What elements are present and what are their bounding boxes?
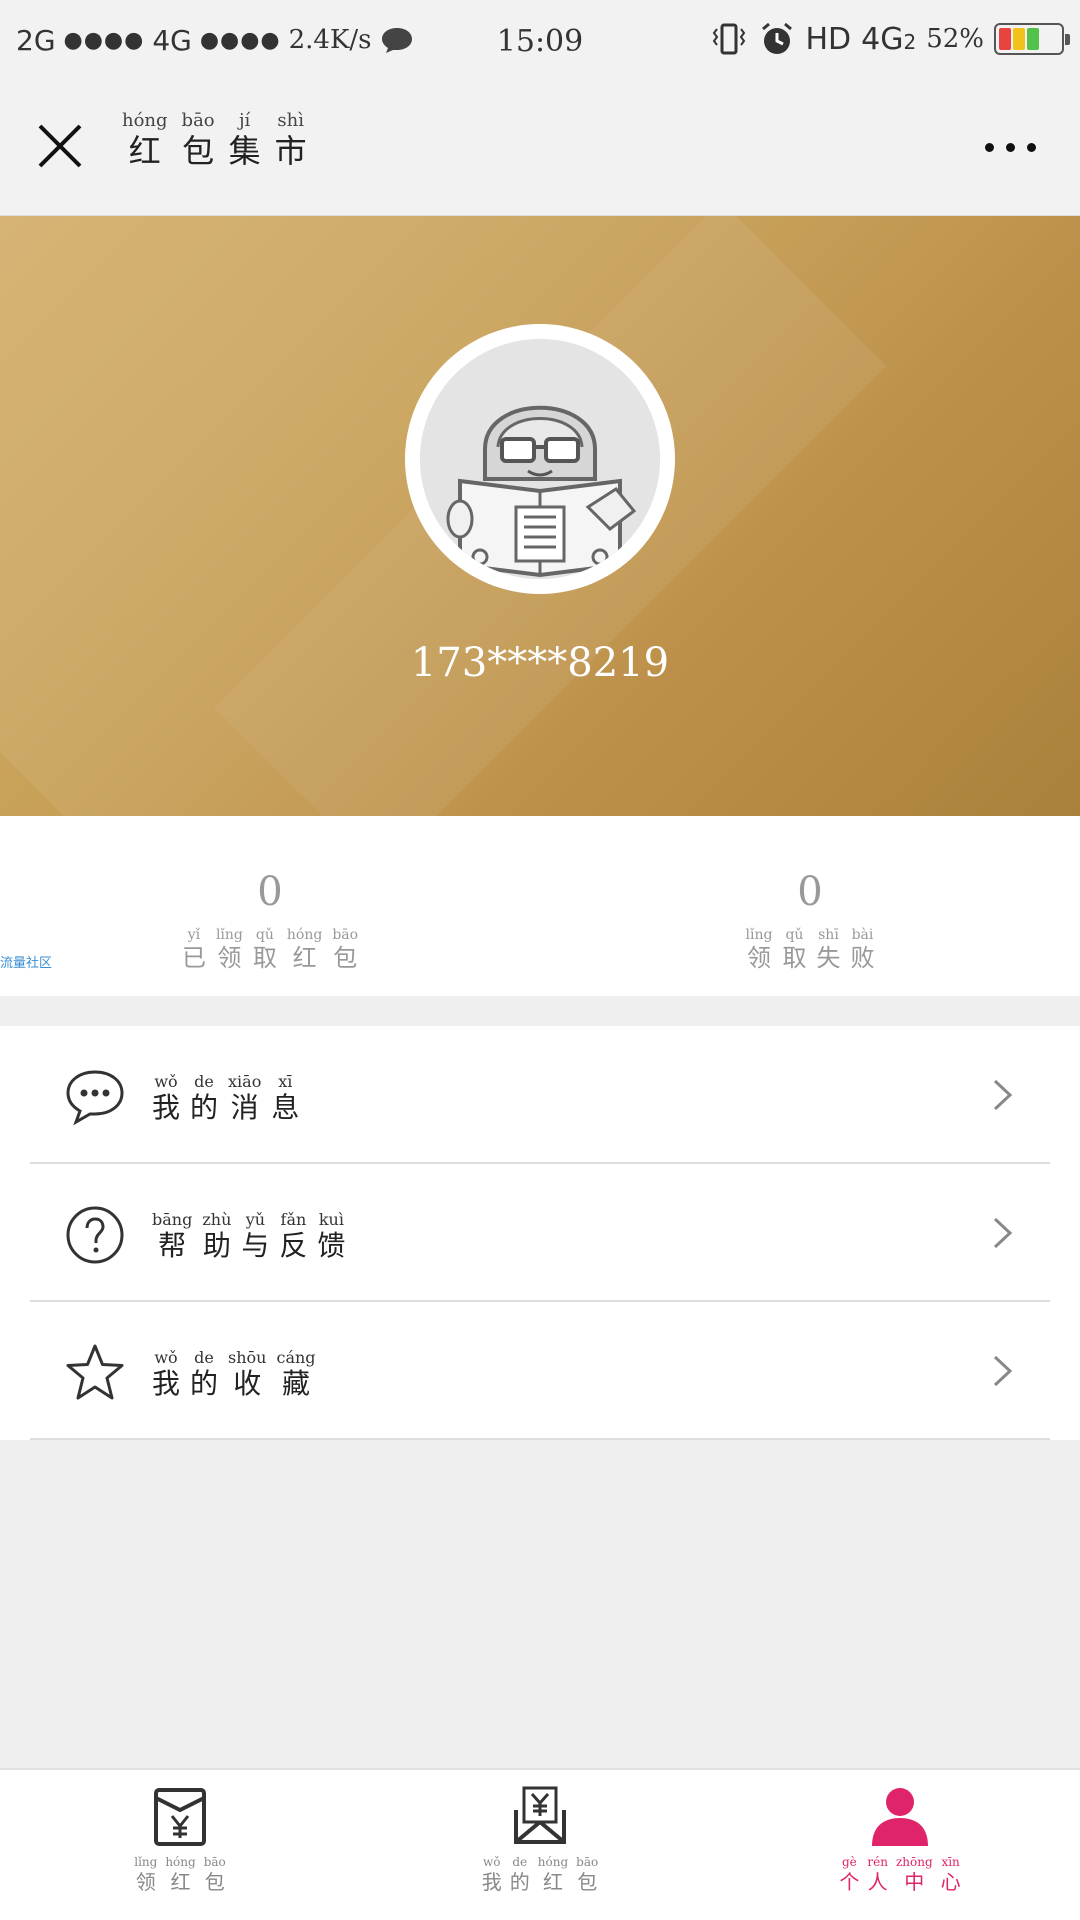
label-char: yǔ 与 bbox=[241, 1210, 270, 1262]
chat-bubble-icon bbox=[66, 1070, 124, 1126]
label-char: xī 息 bbox=[271, 1072, 300, 1124]
profile-header: 173****8219 bbox=[0, 216, 1080, 816]
nav-label: wǒ 我 de 的 hóng 红 bāo 包 bbox=[482, 1854, 598, 1894]
label-char: de 的 bbox=[190, 1072, 219, 1124]
alarm-icon bbox=[762, 22, 793, 54]
person-icon bbox=[872, 1788, 928, 1846]
label-char: lǐng 领 bbox=[215, 927, 243, 972]
help-question-icon bbox=[66, 1206, 124, 1264]
nav-label: lǐng 领 hóng 红 bāo 包 bbox=[134, 1854, 226, 1894]
menu-item-help-feedback[interactable]: bāng 帮 zhù 助 yǔ 与 fǎn 反 kuì 馈 bbox=[0, 1164, 1080, 1302]
more-dot bbox=[984, 142, 994, 152]
tab-get-red-envelope[interactable]: lǐng 领 hóng 红 bāo 包 bbox=[80, 1784, 280, 1894]
label-char: bāo 包 bbox=[576, 1855, 599, 1894]
label-char: bài 败 bbox=[850, 927, 875, 972]
menu-item-favorites[interactable]: wǒ 我 de 的 shōu 收 cáng 藏 bbox=[0, 1302, 1080, 1440]
more-dot bbox=[1005, 142, 1015, 152]
nav-label: gè 个 rén 人 zhōng 中 xīn 心 bbox=[839, 1854, 960, 1894]
label-char: shī 失 bbox=[816, 927, 841, 972]
label-char: wǒ 我 bbox=[481, 1855, 502, 1894]
title-char: jí 集 bbox=[228, 110, 261, 170]
label-char: de 的 bbox=[509, 1855, 530, 1894]
title-char: bāo 包 bbox=[181, 110, 215, 170]
stat-failed-label: lǐng 领 qǔ 取 shī 失 bài 败 bbox=[746, 926, 875, 972]
label-char: fǎn 反 bbox=[279, 1210, 308, 1262]
stat-received-value: 0 bbox=[257, 869, 283, 915]
battery-seg-green bbox=[1027, 28, 1039, 50]
label-char: gè 个 bbox=[839, 1855, 860, 1894]
status-bar: 2G ●●●● 4G ●●●● 2.4K/s 15:09 HD 4G2 52% bbox=[0, 0, 1080, 80]
avatar-image bbox=[420, 339, 660, 579]
menu-item-label: wǒ 我 de 的 xiāo 消 xī 息 bbox=[152, 1072, 299, 1124]
label-char: yǐ 已 bbox=[181, 927, 206, 972]
label-char: hóng 红 bbox=[537, 1855, 569, 1894]
battery-percent: 52% bbox=[926, 24, 984, 54]
battery-icon bbox=[994, 23, 1070, 55]
network-4g-label: 4G bbox=[861, 21, 904, 57]
battery-seg-red bbox=[999, 28, 1011, 50]
label-char: qǔ 取 bbox=[782, 927, 807, 972]
label-char: wǒ 我 bbox=[152, 1348, 181, 1400]
menu-item-label: wǒ 我 de 的 shōu 收 cáng 藏 bbox=[152, 1348, 316, 1400]
label-char: cáng 藏 bbox=[276, 1348, 316, 1400]
label-char: bāng 帮 bbox=[152, 1210, 193, 1262]
label-char: hóng 红 bbox=[165, 1855, 196, 1894]
title-char: shì 市 bbox=[274, 110, 307, 170]
stat-failed-value: 0 bbox=[797, 869, 823, 915]
label-char: wǒ 我 bbox=[152, 1072, 181, 1124]
label-char: lǐng 领 bbox=[134, 1855, 158, 1894]
title-char: hóng 红 bbox=[122, 110, 168, 170]
sim-number: 2 bbox=[903, 29, 917, 54]
label-char: bāo 包 bbox=[332, 927, 359, 972]
tab-my-red-envelopes[interactable]: wǒ 我 de 的 hóng 红 bāo 包 bbox=[440, 1784, 640, 1894]
more-options-button[interactable] bbox=[970, 122, 1050, 172]
hd-indicator: HD bbox=[805, 21, 852, 57]
close-button[interactable] bbox=[28, 114, 92, 178]
label-char: xiāo 消 bbox=[228, 1072, 262, 1124]
label-char: shōu 收 bbox=[228, 1348, 267, 1400]
stat-failed[interactable]: 0 lǐng 领 qǔ 取 shī 失 bài 败 bbox=[660, 868, 960, 972]
red-envelope-icon bbox=[154, 1788, 206, 1846]
chevron-right-icon bbox=[993, 1217, 1013, 1249]
label-char: xīn 心 bbox=[940, 1855, 961, 1894]
bottom-nav: lǐng 领 hóng 红 bāo 包 wǒ 我 de 的 hóng 红 bāo 包 gè 个 … bbox=[0, 1768, 1080, 1920]
label-char: bāo 包 bbox=[203, 1855, 226, 1894]
community-side-tab[interactable]: 流量社区 bbox=[0, 952, 52, 971]
label-char: hóng 红 bbox=[286, 927, 323, 972]
reader-avatar-icon bbox=[420, 339, 660, 579]
label-char: lǐng 领 bbox=[745, 927, 773, 972]
tab-personal-center[interactable]: gè 个 rén 人 zhōng 中 xīn 心 bbox=[800, 1784, 1000, 1894]
avatar[interactable] bbox=[405, 324, 675, 594]
label-char: zhù 助 bbox=[202, 1210, 232, 1262]
menu-item-label: bāng 帮 zhù 助 yǔ 与 fǎn 反 kuì 馈 bbox=[152, 1210, 345, 1262]
stats-panel: 0 yǐ 已 lǐng 领 qǔ 取 hóng 红 bāo 包 0 lǐng 领 qǔ 取 s… bbox=[0, 816, 1080, 996]
label-char: zhōng 中 bbox=[895, 1855, 933, 1894]
chevron-right-icon bbox=[993, 1079, 1013, 1111]
title-bar: hóng 红 bāo 包 jí 集 shì 市 bbox=[0, 80, 1080, 216]
network-4g-signal: 4G2 bbox=[861, 22, 916, 57]
close-icon bbox=[38, 124, 82, 168]
label-char: kuì 馈 bbox=[317, 1210, 346, 1262]
chevron-right-icon bbox=[993, 1355, 1013, 1387]
label-char: rén 人 bbox=[867, 1855, 888, 1894]
star-icon bbox=[66, 1344, 124, 1400]
battery-seg-yellow bbox=[1013, 28, 1025, 50]
menu-item-messages[interactable]: wǒ 我 de 的 xiāo 消 xī 息 bbox=[0, 1026, 1080, 1164]
stat-received[interactable]: 0 yǐ 已 lǐng 领 qǔ 取 hóng 红 bāo 包 bbox=[120, 868, 420, 972]
divider bbox=[30, 1438, 1050, 1440]
vibrate-icon bbox=[713, 23, 746, 55]
label-char: de 的 bbox=[190, 1348, 219, 1400]
more-dot bbox=[1026, 142, 1036, 152]
user-phone-number: 173****8219 bbox=[410, 640, 670, 686]
stat-received-label: yǐ 已 lǐng 领 qǔ 取 hóng 红 bāo 包 bbox=[182, 926, 358, 972]
label-char: qǔ 取 bbox=[252, 927, 277, 972]
status-right: HD 4G2 52% bbox=[709, 14, 1070, 64]
page-title: hóng 红 bāo 包 jí 集 shì 市 bbox=[122, 110, 307, 170]
open-envelope-icon bbox=[514, 1786, 566, 1844]
menu-list: wǒ 我 de 的 xiāo 消 xī 息 bāng 帮 zhù 助 yǔ 与 fǎn 反 ku… bbox=[0, 1026, 1080, 1440]
